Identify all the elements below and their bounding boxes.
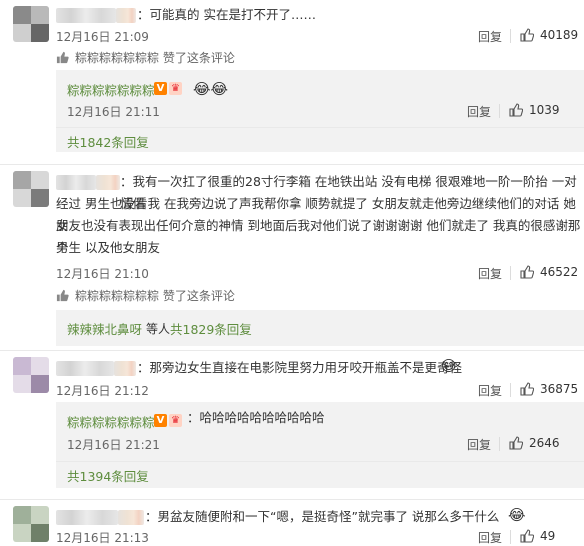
comment-time: 12月16日 21:09: [56, 30, 149, 44]
sub-reply-time: 12月16日 21:21: [67, 438, 160, 452]
vip-badge-icon: ♛: [169, 414, 182, 427]
comment-time: 12月16日 21:12: [56, 384, 149, 398]
comment-text: ：男盆友随便附和一下“嗯，是挺奇怪”就完事了 说那么多干什么: [145, 509, 500, 524]
like-count: 40189: [540, 28, 579, 42]
replier-suffix: 等人: [146, 322, 171, 336]
like-count: 49: [540, 529, 556, 543]
comment-divider: [0, 499, 584, 500]
like-count: 1039: [529, 103, 560, 117]
blurred-username-badge: [116, 8, 136, 23]
avatar[interactable]: [13, 357, 49, 393]
like-button[interactable]: 2646: [509, 436, 560, 450]
author-liked-note: 粽粽粽粽粽粽粽 赞了这条评论: [56, 287, 235, 304]
sub-reply-box: 辣辣辣北鼻呀 等人 共1829条回复: [56, 310, 584, 346]
like-button[interactable]: 49: [520, 529, 555, 543]
comment-divider: [0, 350, 584, 351]
divider: [56, 127, 584, 128]
comment-text: ：那旁边女生直接在电影院里努力用牙咬开瓶盖不是更奇怪: [137, 360, 463, 375]
thumbs-up-icon: [520, 382, 534, 396]
sub-reply-user[interactable]: 粽粽粽粽粽粽粽: [67, 412, 155, 431]
blurred-username[interactable]: [56, 175, 96, 190]
like-button[interactable]: 1039: [509, 103, 560, 117]
thumbs-up-icon: [509, 103, 523, 117]
thumbs-up-icon: [520, 265, 534, 279]
divider: [510, 266, 511, 280]
v-badge-icon: V: [154, 82, 167, 95]
comment-text: ：可能真的 实在是打不开了……: [137, 7, 316, 22]
divider: [510, 530, 511, 544]
blurred-username-badge: [118, 510, 144, 525]
divider: [510, 29, 511, 43]
like-button[interactable]: 40189: [520, 28, 578, 42]
vip-badge-icon: ♛: [169, 82, 182, 95]
like-button[interactable]: 36875: [520, 382, 578, 396]
heart-thumb-icon: [56, 289, 69, 302]
reply-button[interactable]: 回复: [467, 103, 491, 120]
author-liked-note: 粽粽粽粽粽粽粽 赞了这条评论: [56, 49, 235, 66]
comment-text-line: 男生 以及他女朋友: [56, 240, 160, 255]
sub-reply-text: ：哈哈哈哈哈哈哈哈哈哈: [187, 410, 325, 425]
divider: [499, 104, 500, 118]
avatar[interactable]: [13, 171, 49, 207]
v-badge-icon: V: [154, 414, 167, 427]
comment-time: 12月16日 21:13: [56, 531, 149, 545]
laughing-emoji-icon: 😂😂: [193, 80, 229, 98]
thumbs-up-icon: [520, 529, 534, 543]
avatar[interactable]: [13, 506, 49, 542]
author-liked-text: 粽粽粽粽粽粽粽 赞了这条评论: [75, 289, 235, 303]
author-liked-text: 粽粽粽粽粽粽粽 赞了这条评论: [75, 51, 235, 65]
blurred-username-badge: [96, 175, 120, 190]
reply-button[interactable]: 回复: [478, 382, 502, 399]
sub-reply-box: 粽粽粽粽粽粽粽 V ♛ ：哈哈哈哈哈哈哈哈哈哈 12月16日 21:21 回复 …: [56, 402, 584, 488]
laughing-emoji-icon: 😂: [508, 506, 526, 524]
heart-thumb-icon: [56, 51, 69, 64]
more-replies-link[interactable]: 共1842条回复: [67, 132, 149, 151]
more-replies-link[interactable]: 共1829条回复: [170, 319, 252, 338]
divider: [510, 383, 511, 397]
divider: [56, 461, 584, 462]
sub-reply-box: 粽粽粽粽粽粽粽 V ♛ 😂😂 12月16日 21:11 回复 1039 共184…: [56, 70, 584, 152]
like-count: 46522: [540, 265, 579, 279]
blurred-username[interactable]: [56, 8, 116, 23]
sweat-smile-emoji-icon: 😅: [441, 357, 457, 375]
divider: [499, 437, 500, 451]
reply-button[interactable]: 回复: [478, 529, 502, 546]
blurred-username[interactable]: [56, 510, 118, 525]
thumbs-up-icon: [509, 436, 523, 450]
comment-time: 12月16日 21:10: [56, 267, 149, 281]
avatar[interactable]: [13, 6, 49, 42]
blurred-username[interactable]: [56, 361, 114, 376]
comment-divider: [0, 164, 584, 165]
reply-button[interactable]: 回复: [478, 28, 502, 45]
like-count: 36875: [540, 382, 579, 396]
sub-reply-user[interactable]: 粽粽粽粽粽粽粽: [67, 80, 155, 99]
replier-name[interactable]: 辣辣辣北鼻呀: [67, 319, 142, 338]
blurred-username-badge: [114, 361, 136, 376]
thumbs-up-icon: [520, 28, 534, 42]
like-button[interactable]: 46522: [520, 265, 578, 279]
sub-reply-time: 12月16日 21:11: [67, 105, 160, 119]
reply-button[interactable]: 回复: [478, 265, 502, 282]
like-count: 2646: [529, 436, 560, 450]
reply-button[interactable]: 回复: [467, 436, 491, 453]
more-replies-link[interactable]: 共1394条回复: [67, 466, 149, 485]
